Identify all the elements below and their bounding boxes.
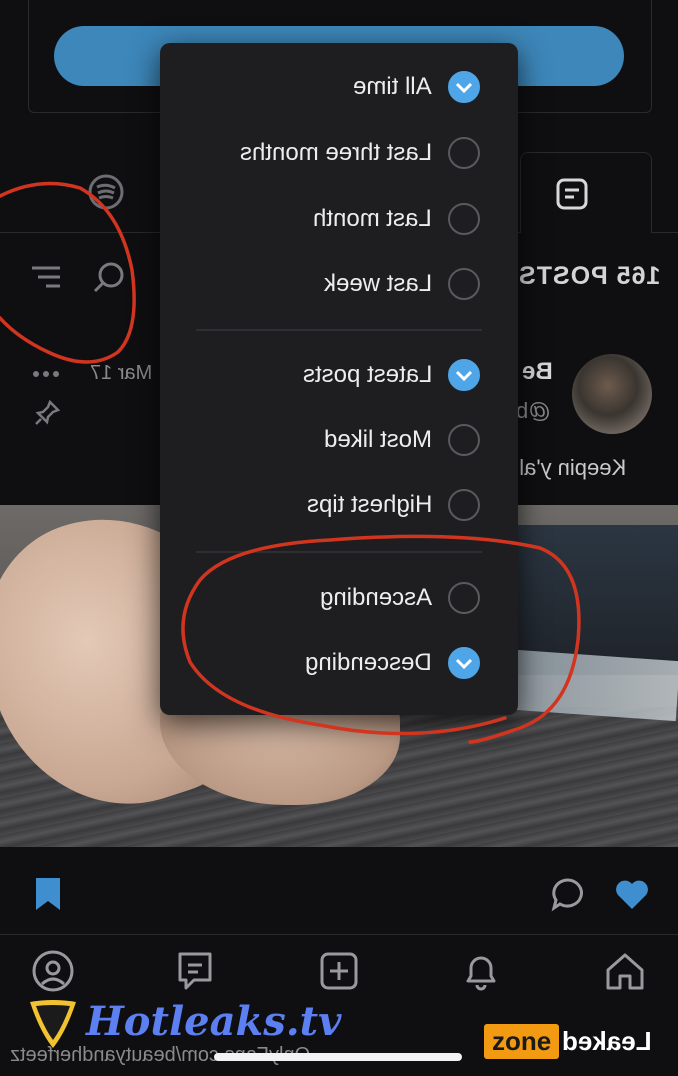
annotation-overlay (0, 181, 581, 744)
annotation-circle-filter (0, 181, 136, 364)
annotation-circle-order (181, 534, 581, 744)
